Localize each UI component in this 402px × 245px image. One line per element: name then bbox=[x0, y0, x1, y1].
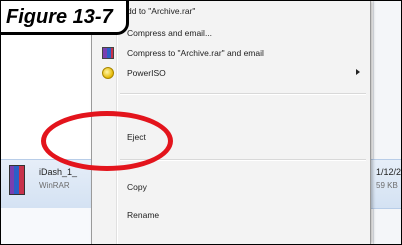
menu-item-copy[interactable]: Copy bbox=[94, 177, 366, 197]
menu-item-compress-and-email[interactable]: Compress and email... bbox=[94, 23, 366, 43]
menu-item-rename[interactable]: Rename bbox=[94, 205, 366, 225]
menu-item-label: PowerISO bbox=[127, 68, 166, 78]
file-type: WinRAR bbox=[39, 181, 70, 190]
menu-item-compress-to-archive-and-email[interactable]: Compress to "Archive.rar" and email bbox=[94, 43, 366, 63]
figure-frame: iDash_1_ WinRAR 1/12/2 59 KB dd to "Arch… bbox=[0, 0, 402, 245]
menu-item-label: Rename bbox=[127, 210, 160, 220]
winrar-icon bbox=[102, 47, 114, 59]
figure-label: Figure 13-7 bbox=[1, 1, 129, 35]
winrar-archive-icon bbox=[9, 165, 25, 195]
poweriso-icon bbox=[102, 67, 114, 79]
file-size: 59 KB bbox=[376, 181, 398, 190]
menu-item-poweriso[interactable]: PowerISO bbox=[94, 63, 366, 83]
menu-item-label: Compress and email... bbox=[127, 28, 213, 38]
menu-item-label: Compress to "Archive.rar" and email bbox=[127, 48, 264, 58]
explorer-bottom-area bbox=[1, 208, 91, 244]
menu-item-label: dd to "Archive.rar" bbox=[127, 6, 196, 16]
file-date: 1/12/2 bbox=[376, 167, 402, 177]
figure-label-text: Figure 13-7 bbox=[6, 6, 113, 28]
highlight-ellipse bbox=[41, 111, 173, 171]
menu-separator bbox=[120, 93, 366, 95]
submenu-arrow-icon bbox=[356, 69, 360, 75]
menu-item-add-to-archive[interactable]: dd to "Archive.rar" bbox=[94, 1, 366, 21]
file-name[interactable]: iDash_1_ bbox=[39, 167, 77, 177]
menu-item-label: Copy bbox=[127, 182, 147, 192]
